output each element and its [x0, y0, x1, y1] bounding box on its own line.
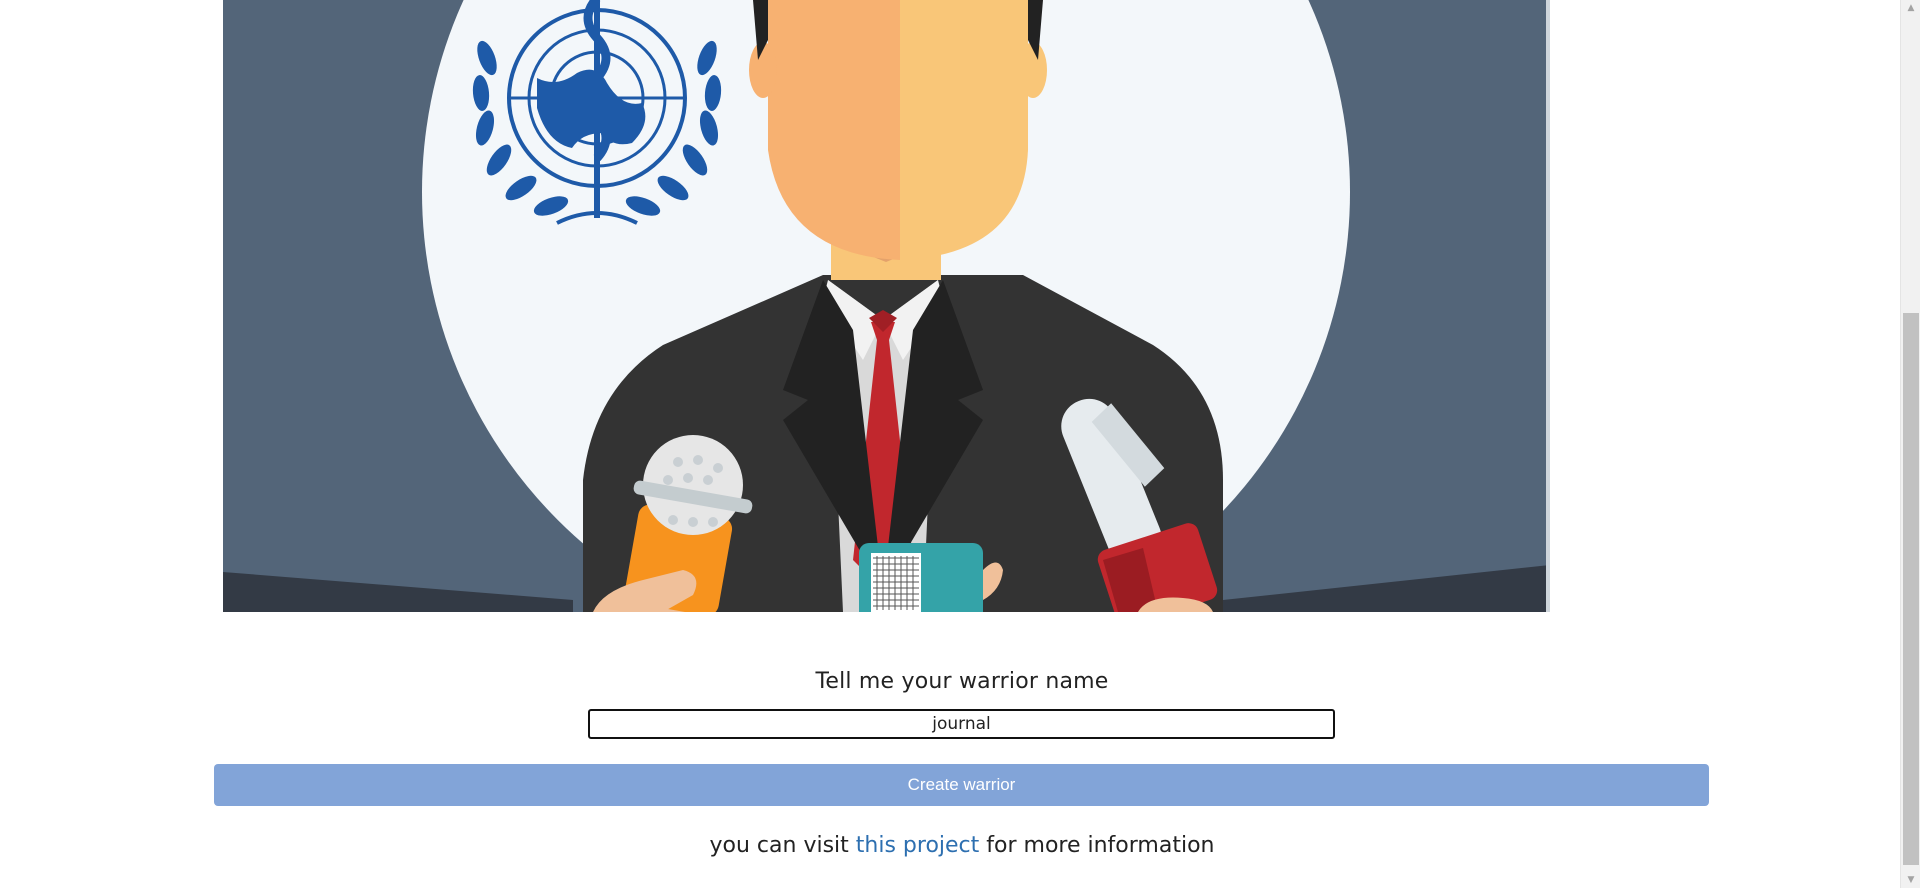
project-link[interactable]: this project [856, 833, 980, 858]
create-warrior-button[interactable]: Create warrior [214, 764, 1709, 806]
info-text-after: for more information [979, 833, 1215, 858]
page: Tell me your warrior name Create warrior… [0, 0, 1920, 888]
warrior-name-input[interactable] [588, 709, 1335, 739]
scroll-down-arrow-icon[interactable]: ▼ [1901, 872, 1920, 888]
vertical-scrollbar[interactable]: ▲ ▼ [1900, 0, 1920, 888]
hero-image [223, 0, 1550, 612]
press-conference-illustration [223, 0, 1550, 612]
project-info-line: you can visit this project for more info… [0, 833, 1920, 858]
warrior-name-prompt: Tell me your warrior name [815, 669, 1109, 694]
scroll-up-arrow-icon[interactable]: ▲ [1901, 0, 1920, 16]
scrollbar-thumb[interactable] [1903, 313, 1919, 865]
info-text-before: you can visit [709, 833, 856, 858]
recorder-center-icon [859, 543, 1003, 612]
